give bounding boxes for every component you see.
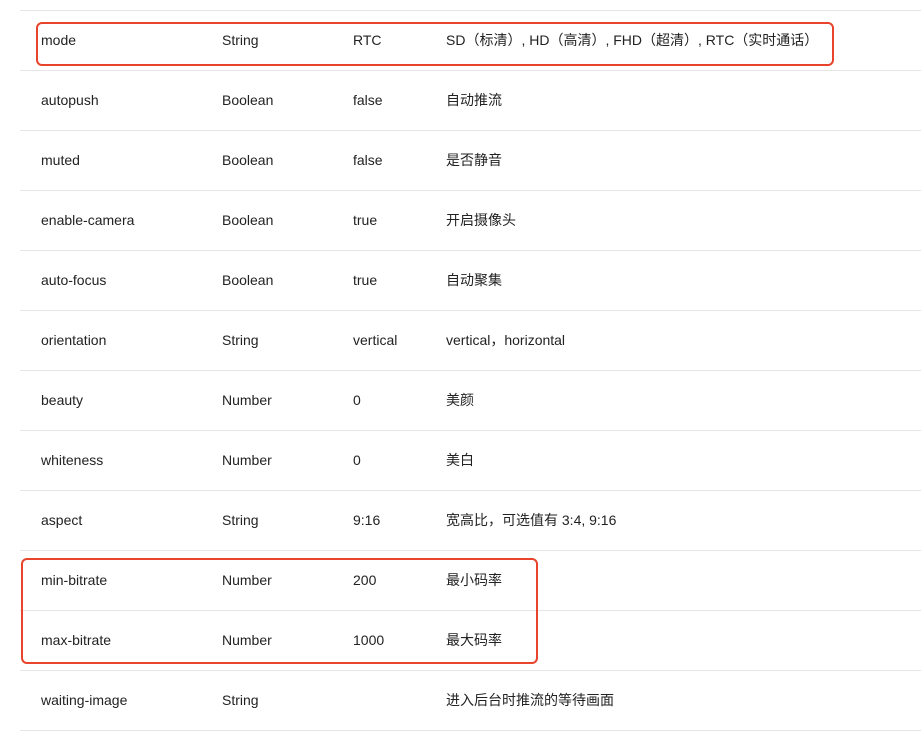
property-default: RTC [353,32,382,48]
table-row: muted Boolean false 是否静音 [20,131,921,191]
property-default: 200 [353,572,377,588]
property-type: Boolean [222,152,274,168]
property-name: orientation [41,332,107,348]
property-description: 宽高比，可选值有 3:4, 9:16 [446,512,617,528]
property-type: Number [222,392,272,408]
property-default: false [353,92,383,108]
property-description: 最小码率 [446,572,502,588]
table-row: auto-focus Boolean true 自动聚集 [20,251,921,311]
property-description: 美白 [446,452,474,468]
properties-table: mode String RTC SD（标清）, HD（高清）, FHD（超清）,… [20,10,921,731]
table-row: orientation String vertical vertical，hor… [20,311,921,371]
property-name: min-bitrate [41,572,108,588]
property-type: Boolean [222,212,274,228]
table-row: enable-camera Boolean true 开启摄像头 [20,191,921,251]
property-name: aspect [41,512,83,528]
property-description: 进入后台时推流的等待画面 [446,692,614,708]
table-row: max-bitrate Number 1000 最大码率 [20,611,921,671]
property-default: true [353,212,378,228]
table-row: waiting-image String 进入后台时推流的等待画面 [20,671,921,731]
property-name: mode [41,32,77,48]
table-row: mode String RTC SD（标清）, HD（高清）, FHD（超清）,… [20,11,921,71]
property-type: String [222,332,259,348]
property-type: Number [222,572,272,588]
table-row: aspect String 9:16 宽高比，可选值有 3:4, 9:16 [20,491,921,551]
property-default: 1000 [353,632,385,648]
property-type: String [222,692,259,708]
property-type: String [222,512,259,528]
property-default: true [353,272,378,288]
property-default: vertical [353,332,398,348]
property-description: 是否静音 [446,152,502,168]
property-description: 自动聚集 [446,272,502,288]
property-type: Number [222,452,272,468]
property-default: 0 [353,452,361,468]
property-description: vertical，horizontal [446,332,566,348]
property-name: max-bitrate [41,632,112,648]
property-type: String [222,32,259,48]
property-default: 9:16 [353,512,381,528]
property-name: enable-camera [41,212,135,228]
property-description: 开启摄像头 [446,212,516,228]
property-name: muted [41,152,80,168]
property-default: 0 [353,392,361,408]
property-type: Boolean [222,92,274,108]
property-description: 自动推流 [446,92,502,108]
property-type: Boolean [222,272,274,288]
table-row: min-bitrate Number 200 最小码率 [20,551,921,611]
property-name: auto-focus [41,272,107,288]
property-name: waiting-image [41,692,128,708]
property-description: 美颜 [446,392,474,408]
property-description: 最大码率 [446,632,502,648]
property-name: autopush [41,92,99,108]
table-row: whiteness Number 0 美白 [20,431,921,491]
property-name: whiteness [41,452,104,468]
property-default: false [353,152,383,168]
property-description: SD（标清）, HD（高清）, FHD（超清）, RTC（实时通话） [446,32,819,48]
property-name: beauty [41,392,84,408]
table-row: beauty Number 0 美颜 [20,371,921,431]
property-type: Number [222,632,272,648]
table-row: autopush Boolean false 自动推流 [20,71,921,131]
